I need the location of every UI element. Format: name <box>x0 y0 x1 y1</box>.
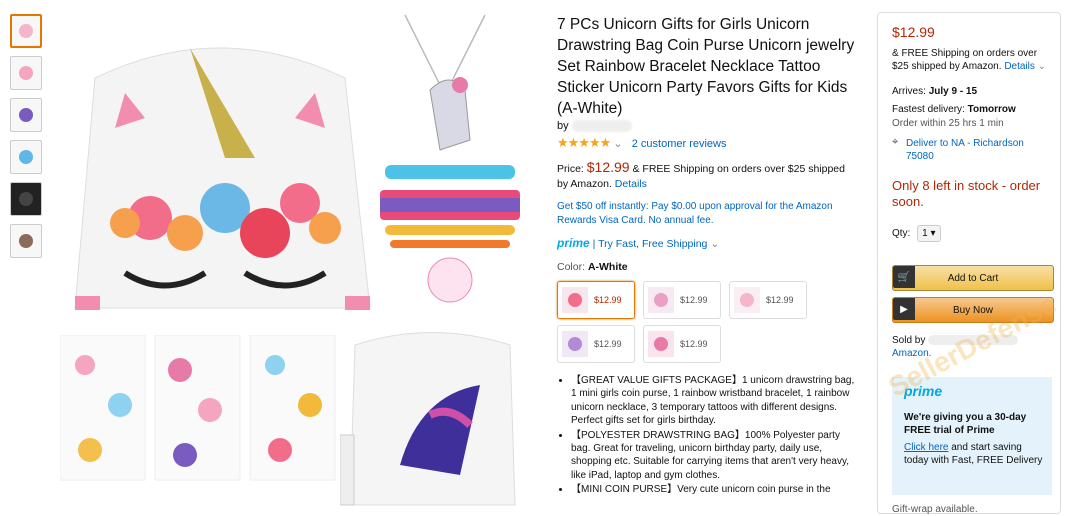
reviews-link[interactable]: 2 customer reviews <box>632 138 727 150</box>
fastest-row: Fastest delivery: Tomorrow <box>892 103 1052 116</box>
arrives-value: July 9 - 15 <box>928 86 978 97</box>
brand-byline: by <box>557 120 632 133</box>
qty-value: 1 <box>922 228 928 239</box>
buy-box: $12.99 & FREE Shipping on orders over $2… <box>877 12 1061 515</box>
swatch-price: $12.99 <box>680 295 708 305</box>
price-block: Price: $12.99 & FREE Shipping on orders … <box>557 160 857 192</box>
deliver-to-link[interactable]: Deliver to NA - Richardson 75080 <box>906 137 1046 163</box>
chevron-down-icon[interactable]: ⌄ <box>710 238 719 250</box>
swatch-thumb-icon <box>734 287 760 313</box>
prime-logo-icon: prime <box>904 383 943 399</box>
bullet-item: 【MINI COIN PURSE】Very cute unicorn coin … <box>571 483 862 496</box>
thumbnail-5[interactable] <box>10 182 42 216</box>
price-value: $12.99 <box>586 159 630 175</box>
coin-purse-image <box>340 332 516 506</box>
feature-bullets: 【GREAT VALUE GIFTS PACKAGE】1 unicorn dra… <box>557 374 862 498</box>
swatch-2[interactable]: $12.99 <box>643 281 721 319</box>
thumbnail-3[interactable] <box>10 98 42 132</box>
swatch-thumb-icon <box>648 331 674 357</box>
add-to-cart-button[interactable]: 🛒 Add to Cart <box>892 265 1054 291</box>
sold-by-row: Sold by Amazon. <box>892 334 1052 360</box>
necklace-bracelet-image <box>380 14 520 303</box>
buybox-details-link[interactable]: Details <box>1004 61 1035 72</box>
swatch-thumb-icon <box>648 287 674 313</box>
buy-now-label: Buy Now <box>952 304 993 316</box>
quantity-row: Qty: 1 ▾ <box>892 225 1052 242</box>
prime-trial-panel: prime We're giving you a 30-day FREE tri… <box>892 377 1052 495</box>
thumbnail-2[interactable] <box>10 56 42 90</box>
by-label: by <box>557 120 569 132</box>
swatch-a-white[interactable]: $12.99 <box>557 281 635 319</box>
color-value: A-White <box>587 261 628 273</box>
play-icon: ▶ <box>893 298 915 320</box>
star-rating-icon[interactable]: ★★★★★ <box>557 135 611 150</box>
details-link[interactable]: Details <box>615 178 647 190</box>
add-to-cart-label: Add to Cart <box>947 272 999 284</box>
thumbnail-1[interactable] <box>10 14 42 48</box>
bullet-item: 【POLYESTER DRAWSTRING BAG】100% Polyester… <box>571 429 862 483</box>
prime-offer-title: We're giving you a 30-day FREE trial of … <box>904 412 1027 436</box>
fastest-label: Fastest delivery: <box>892 104 965 115</box>
color-label-text: Color: <box>557 261 586 273</box>
swatch-price: $12.99 <box>594 295 622 305</box>
tattoo-stickers-image <box>60 335 336 481</box>
chevron-down-icon[interactable]: ⌄ <box>613 138 622 150</box>
cart-icon: 🛒 <box>893 266 915 288</box>
thumbnail-4[interactable] <box>10 140 42 174</box>
prime-offer-text: Click here and start saving today with F… <box>904 441 1044 467</box>
swatch-price: $12.99 <box>766 295 794 305</box>
swatch-thumb-icon <box>562 331 588 357</box>
click-here-link[interactable]: Click here <box>904 442 948 453</box>
thumbnail-strip <box>10 14 44 266</box>
prime-try-text[interactable]: | Try Fast, Free Shipping <box>593 238 708 250</box>
seller-name-blurred[interactable] <box>928 335 1019 346</box>
quantity-select[interactable]: 1 ▾ <box>917 225 941 242</box>
color-label: Color: A-White <box>557 261 628 273</box>
buy-now-button[interactable]: ▶ Buy Now <box>892 297 1054 323</box>
prime-logo-icon: prime <box>557 236 590 250</box>
drawstring-bag-image <box>74 47 371 310</box>
thumbnail-6[interactable] <box>10 224 42 258</box>
product-title: 7 PCs Unicorn Gifts for Girls Unicorn Dr… <box>557 16 855 117</box>
stock-status: Only 8 left in stock - order soon. <box>892 178 1041 209</box>
swatch-thumb-icon <box>562 287 588 313</box>
product-image[interactable] <box>55 10 535 510</box>
sold-by-amazon-link[interactable]: Amazon. <box>892 348 931 359</box>
rating-row: ★★★★★ ⌄ 2 customer reviews <box>557 135 727 151</box>
swatch-5[interactable]: $12.99 <box>643 325 721 363</box>
bullet-item: 【GREAT VALUE GIFTS PACKAGE】1 unicorn dra… <box>571 374 862 428</box>
swatch-3[interactable]: $12.99 <box>729 281 807 319</box>
promo-link[interactable]: Get $50 off instantly: Pay $0.00 upon ap… <box>557 200 857 228</box>
order-within: Order within 25 hrs 1 min <box>892 118 1004 129</box>
arrives-label: Arrives: <box>892 86 926 97</box>
swatch-price: $12.99 <box>594 339 622 349</box>
fastest-value: Tomorrow <box>967 104 1016 115</box>
sold-by-label: Sold by <box>892 335 926 346</box>
buybox-price: $12.99 <box>892 24 935 40</box>
swatch-4[interactable]: $12.99 <box>557 325 635 363</box>
brand-link-blurred[interactable] <box>571 120 632 133</box>
prime-row[interactable]: prime | Try Fast, Free Shipping ⌄ <box>557 236 719 250</box>
qty-label: Qty: <box>892 228 911 239</box>
chevron-down-icon[interactable]: ⌄ <box>1038 61 1046 72</box>
price-label: Price: <box>557 163 584 175</box>
buybox-shipping: & FREE Shipping on orders over $25 shipp… <box>892 47 1052 73</box>
swatch-price: $12.99 <box>680 339 708 349</box>
arrives-row: Arrives: July 9 - 15 <box>892 85 1052 98</box>
location-pin-icon: ⌖ <box>892 136 899 148</box>
deliver-to-text[interactable]: Deliver to NA - Richardson 75080 <box>906 138 1024 162</box>
